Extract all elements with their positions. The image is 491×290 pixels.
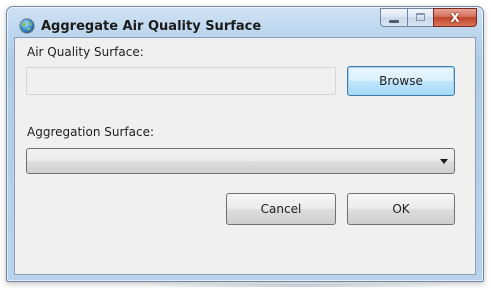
- dropdown-arrow-icon[interactable]: [440, 159, 448, 164]
- aggregation-surface-label: Aggregation Surface:: [27, 125, 155, 139]
- cancel-button[interactable]: Cancel: [226, 193, 336, 225]
- minimize-icon: [389, 20, 399, 23]
- maximize-button[interactable]: [407, 8, 433, 27]
- title-bar[interactable]: Aggregate Air Quality Surface X: [7, 7, 483, 37]
- maximize-icon: [416, 13, 425, 21]
- caption-buttons: X: [380, 8, 477, 27]
- globe-icon[interactable]: [19, 18, 35, 34]
- close-button[interactable]: X: [433, 8, 477, 27]
- air-quality-surface-label: Air Quality Surface:: [27, 45, 144, 59]
- browse-button[interactable]: Browse: [347, 66, 455, 96]
- ok-button[interactable]: OK: [347, 193, 455, 225]
- window-title: Aggregate Air Quality Surface: [41, 19, 262, 34]
- aggregation-surface-dropdown[interactable]: [26, 148, 455, 174]
- minimize-button[interactable]: [380, 8, 407, 27]
- close-icon: X: [450, 10, 460, 25]
- air-quality-surface-input[interactable]: [26, 67, 336, 95]
- background-strip: [150, 284, 450, 287]
